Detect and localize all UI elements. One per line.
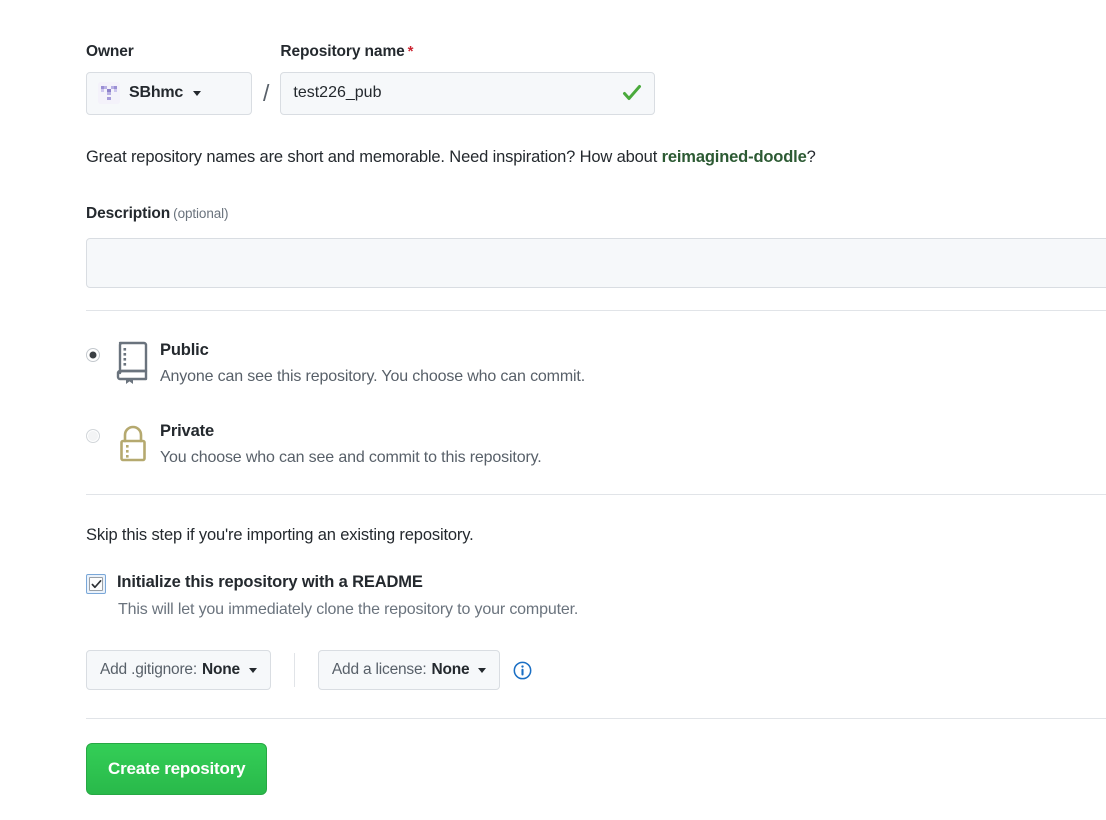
- selects-separator: [294, 653, 295, 687]
- radio-public[interactable]: [86, 348, 100, 362]
- divider-above-submit: [86, 718, 1106, 719]
- helper-prefix: Great repository names are short and mem…: [86, 148, 662, 166]
- gitignore-lead-label: Add .gitignore:: [100, 661, 197, 679]
- owner-field-group: Owner SBhmc: [86, 44, 252, 115]
- description-label-text: Description: [86, 205, 170, 222]
- visibility-option-private[interactable]: Private You choose who can see and commi…: [86, 421, 542, 467]
- suggested-name-link[interactable]: reimagined-doodle: [662, 148, 807, 166]
- visibility-public-text: Public Anyone can see this repository. Y…: [160, 340, 585, 386]
- readme-label: Initialize this repository with a README: [117, 572, 578, 592]
- chevron-down-icon: [193, 91, 201, 96]
- description-optional-note: (optional): [173, 206, 228, 221]
- gitignore-value: None: [202, 661, 240, 679]
- readme-checkbox-box: [89, 577, 103, 591]
- repo-book-icon: [116, 341, 150, 385]
- skip-step-note: Skip this step if you're importing an ex…: [86, 526, 474, 545]
- chevron-down-icon: [249, 668, 257, 673]
- chevron-down-icon: [478, 668, 486, 673]
- visibility-private-text: Private You choose who can see and commi…: [160, 421, 542, 467]
- readme-checkbox[interactable]: [86, 574, 106, 594]
- identicon-avatar: [98, 82, 120, 104]
- radio-private[interactable]: [86, 429, 100, 443]
- description-label: Description(optional): [86, 205, 228, 223]
- owner-name-label: SBhmc: [129, 84, 183, 102]
- license-value: None: [432, 661, 470, 679]
- owner-repo-separator: /: [263, 72, 269, 115]
- required-asterisk: *: [408, 43, 414, 60]
- repository-name-label-text: Repository name: [280, 43, 404, 60]
- initialize-readme-row[interactable]: Initialize this repository with a README…: [86, 572, 578, 619]
- repo-name-helper-text: Great repository names are short and mem…: [86, 148, 816, 167]
- license-dropdown-button[interactable]: Add a license: None: [318, 650, 501, 690]
- readme-description: This will let you immediately clone the …: [118, 601, 578, 619]
- readme-text-block: Initialize this repository with a README…: [117, 572, 578, 619]
- create-repository-form: Owner SBhmc /: [0, 0, 1106, 820]
- visibility-public-title: Public: [160, 340, 585, 361]
- visibility-public-description: Anyone can see this repository. You choo…: [160, 368, 585, 386]
- visibility-private-description: You choose who can see and commit to thi…: [160, 449, 542, 467]
- repository-name-input-wrap: [280, 72, 655, 115]
- owner-dropdown-button[interactable]: SBhmc: [86, 72, 252, 115]
- helper-suffix: ?: [807, 148, 816, 166]
- divider-above-initialize: [86, 494, 1106, 495]
- owner-label: Owner: [86, 44, 252, 60]
- repository-name-input[interactable]: [280, 72, 655, 115]
- description-input[interactable]: [86, 238, 1106, 288]
- checkmark-icon: [91, 579, 102, 590]
- repository-name-label: Repository name*: [280, 44, 655, 60]
- create-repository-button[interactable]: Create repository: [86, 743, 267, 795]
- visibility-option-public[interactable]: Public Anyone can see this repository. Y…: [86, 340, 585, 386]
- lock-icon: [116, 422, 150, 466]
- license-lead-label: Add a license:: [332, 661, 427, 679]
- visibility-private-title: Private: [160, 421, 542, 442]
- repository-name-field-group: Repository name*: [280, 44, 655, 115]
- info-circle-icon[interactable]: [513, 661, 532, 680]
- repo-name-row: Owner SBhmc /: [86, 44, 655, 115]
- gitignore-dropdown-button[interactable]: Add .gitignore: None: [86, 650, 271, 690]
- template-selects-row: Add .gitignore: None Add a license: None: [86, 650, 532, 690]
- divider-above-visibility: [86, 310, 1106, 311]
